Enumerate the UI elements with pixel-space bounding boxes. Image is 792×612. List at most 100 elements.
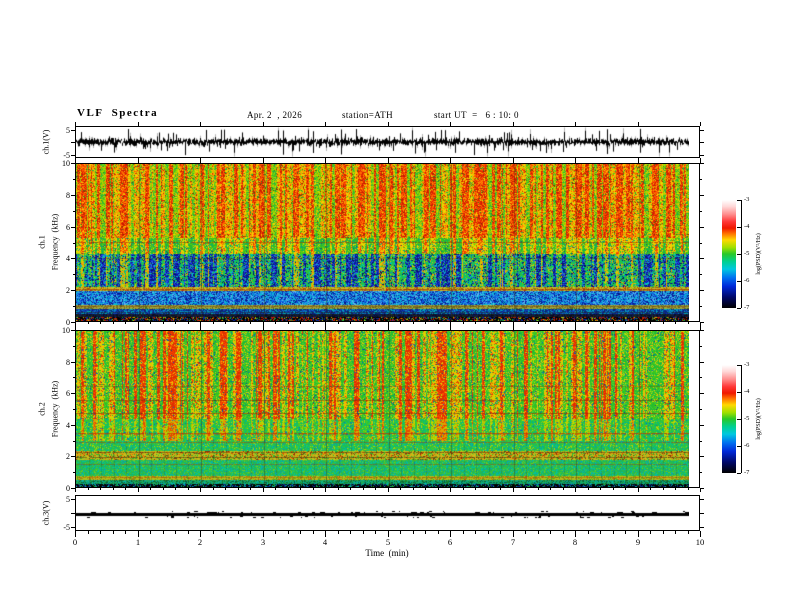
axis-tick bbox=[138, 488, 139, 492]
axis-tick bbox=[700, 306, 702, 307]
y-tick-label: 0 bbox=[66, 484, 70, 493]
axis-tick bbox=[175, 531, 176, 534]
axis-tick bbox=[588, 488, 589, 490]
axis-tick bbox=[500, 322, 501, 324]
axis-tick bbox=[325, 326, 326, 330]
axis-tick bbox=[73, 179, 75, 180]
page-title: VLF Spectra bbox=[77, 107, 159, 119]
colorbar-tick-label: -3 bbox=[744, 361, 750, 368]
axis-tick bbox=[700, 258, 704, 259]
x-tick-label: 7 bbox=[510, 537, 516, 547]
axis-tick bbox=[75, 488, 76, 492]
axis-tick bbox=[288, 322, 289, 324]
axis-tick bbox=[73, 306, 75, 307]
axis-tick bbox=[438, 531, 439, 534]
axis-tick bbox=[588, 531, 589, 534]
axis-tick bbox=[700, 499, 704, 500]
waveform-panel-ch3 bbox=[75, 495, 700, 531]
axis-tick bbox=[300, 322, 301, 324]
axis-tick bbox=[400, 488, 401, 490]
axis-tick bbox=[438, 322, 439, 324]
axis-tick bbox=[150, 531, 151, 534]
axis-tick bbox=[700, 362, 704, 363]
axis-tick bbox=[488, 531, 489, 534]
axis-tick bbox=[375, 322, 376, 324]
axis-tick bbox=[71, 499, 75, 500]
axis-tick bbox=[388, 159, 389, 163]
axis-tick bbox=[613, 531, 614, 534]
axis-tick bbox=[737, 446, 741, 447]
axis-tick bbox=[700, 472, 702, 473]
axis-tick bbox=[737, 308, 741, 309]
colorbar-tick-label: -5 bbox=[744, 415, 750, 422]
spectrogram-ch2-canvas bbox=[76, 331, 689, 487]
y-tick-label: 8 bbox=[66, 191, 70, 200]
axis-tick bbox=[575, 488, 576, 492]
axis-tick bbox=[550, 531, 551, 534]
axis-tick bbox=[71, 155, 75, 156]
axis-tick bbox=[538, 488, 539, 490]
axis-tick bbox=[700, 425, 704, 426]
axis-tick bbox=[700, 142, 704, 143]
axis-tick bbox=[600, 322, 601, 324]
axis-tick bbox=[700, 122, 701, 126]
axis-tick bbox=[638, 326, 639, 330]
axis-tick bbox=[688, 488, 689, 490]
axis-tick bbox=[600, 531, 601, 534]
axis-tick bbox=[113, 322, 114, 324]
axis-tick bbox=[263, 488, 264, 492]
axis-tick bbox=[475, 488, 476, 490]
axis-tick bbox=[225, 488, 226, 490]
axis-tick bbox=[513, 488, 514, 492]
y-tick-label: 10 bbox=[62, 326, 70, 335]
axis-tick bbox=[200, 488, 201, 492]
axis-tick bbox=[213, 531, 214, 534]
axis-tick bbox=[700, 163, 704, 164]
axis-tick bbox=[700, 330, 704, 331]
axis-tick bbox=[688, 531, 689, 534]
axis-tick bbox=[200, 122, 201, 126]
axis-tick bbox=[325, 122, 326, 126]
ylabel-ch3-volts: ch.3(V) bbox=[41, 500, 51, 526]
axis-tick bbox=[238, 488, 239, 490]
axis-tick bbox=[263, 159, 264, 163]
axis-tick bbox=[463, 531, 464, 534]
axis-tick bbox=[175, 488, 176, 490]
axis-tick bbox=[688, 322, 689, 324]
axis-tick bbox=[700, 243, 702, 244]
axis-tick bbox=[71, 322, 75, 323]
axis-tick bbox=[138, 159, 139, 163]
colorbar-ch1 bbox=[722, 200, 736, 308]
axis-tick bbox=[125, 531, 126, 534]
axis-tick bbox=[263, 326, 264, 330]
axis-tick bbox=[73, 472, 75, 473]
axis-tick bbox=[700, 409, 702, 410]
axis-tick bbox=[613, 322, 614, 324]
y-tick-label: 5 bbox=[66, 126, 70, 135]
axis-tick bbox=[71, 227, 75, 228]
axis-tick bbox=[238, 322, 239, 324]
axis-tick bbox=[737, 365, 741, 366]
axis-tick bbox=[700, 227, 704, 228]
axis-tick bbox=[563, 488, 564, 490]
axis-tick bbox=[350, 488, 351, 490]
axis-tick bbox=[600, 488, 601, 490]
axis-tick bbox=[71, 456, 75, 457]
axis-tick bbox=[313, 531, 314, 534]
axis-tick bbox=[700, 513, 704, 514]
axis-tick bbox=[741, 365, 742, 473]
axis-tick bbox=[100, 531, 101, 534]
axis-tick bbox=[88, 531, 89, 534]
axis-tick bbox=[638, 159, 639, 163]
axis-tick bbox=[73, 274, 75, 275]
axis-tick bbox=[300, 488, 301, 490]
y-tick-label: 4 bbox=[66, 254, 70, 263]
axis-tick bbox=[75, 159, 76, 163]
axis-tick bbox=[663, 531, 664, 534]
axis-tick bbox=[513, 326, 514, 330]
y-tick-label: -5 bbox=[63, 523, 70, 532]
axis-tick bbox=[71, 330, 75, 331]
axis-tick bbox=[638, 122, 639, 126]
y-tick-label: 2 bbox=[66, 286, 70, 295]
axis-tick bbox=[663, 322, 664, 324]
